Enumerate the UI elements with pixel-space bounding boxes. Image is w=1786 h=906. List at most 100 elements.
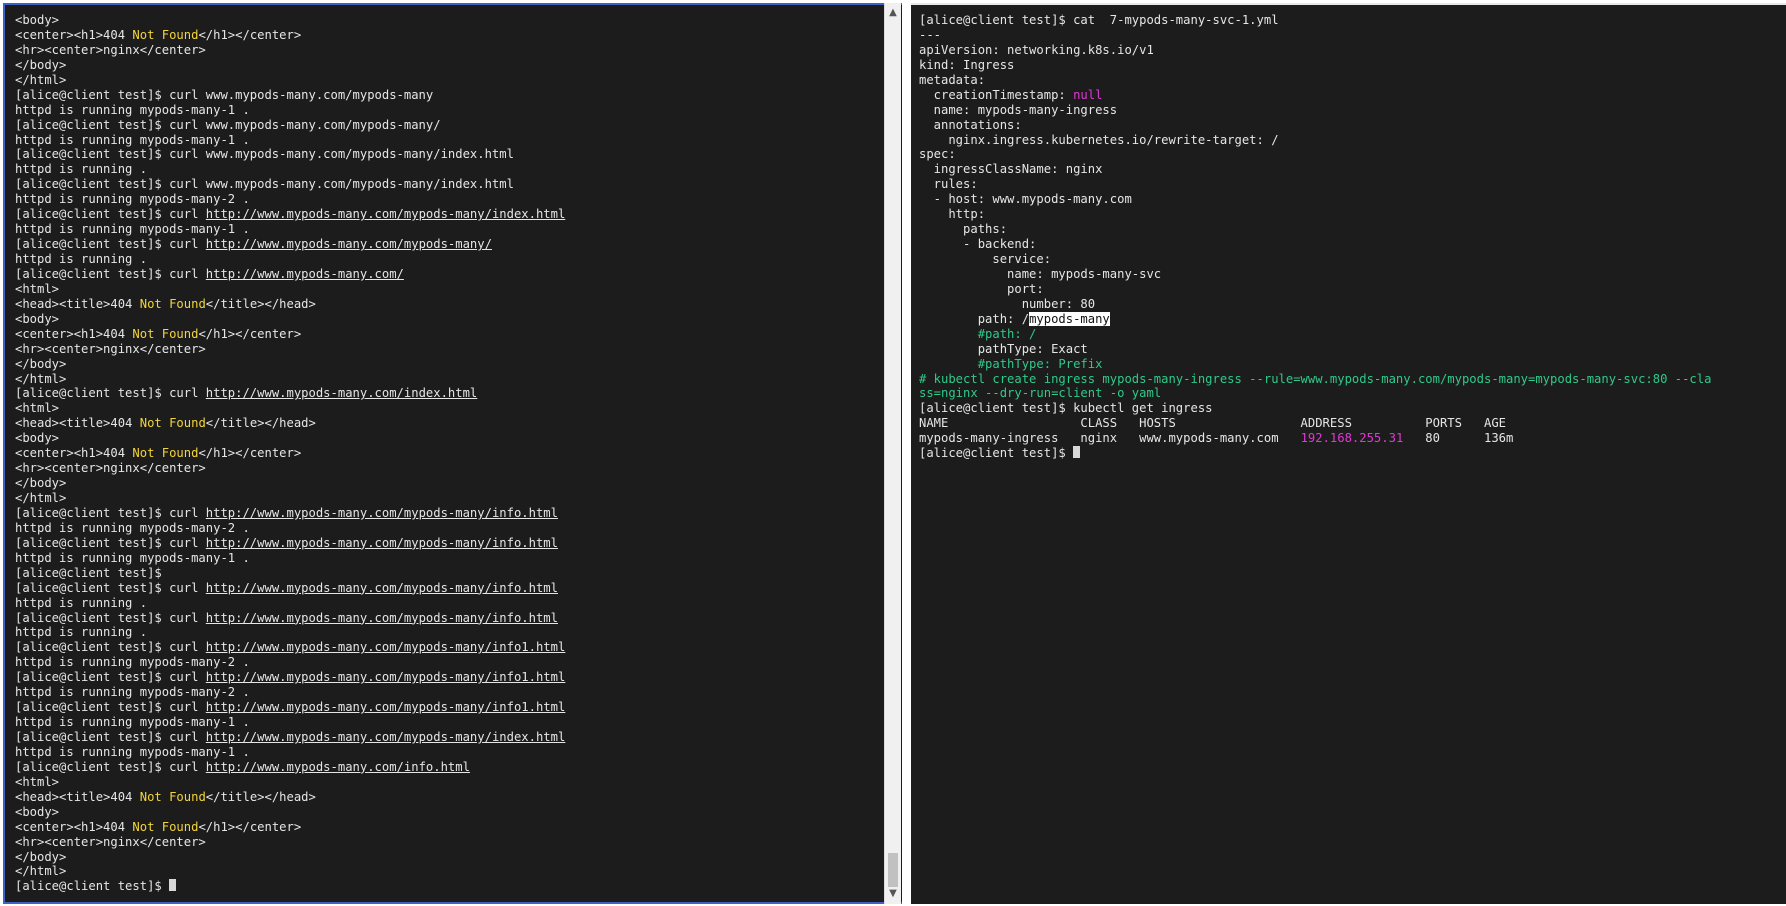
terminal-text: </body> — [15, 849, 67, 864]
terminal-text: <body> — [15, 431, 60, 446]
terminal-line: metadata: — [919, 73, 1786, 88]
terminal-text: httpd is running . — [15, 162, 148, 177]
terminal-line: rules: — [919, 177, 1786, 192]
terminal-line: <html> — [15, 401, 902, 416]
terminal-line: name: mypods-many-ingress — [919, 103, 1786, 118]
terminal-text: httpd is running . — [15, 252, 148, 266]
terminal-text: </html> — [15, 864, 67, 879]
terminal-line: [alice@client test]$ curl www.mypods-man… — [15, 177, 902, 192]
terminal-line: httpd is running . — [15, 162, 902, 177]
terminal-text: 80 136m — [1403, 431, 1514, 446]
url-link[interactable]: http://www.mypods-many.com/mypods-many/i… — [206, 670, 566, 684]
terminal-text: [alice@client test]$ cat 7-mypods-many-s… — [919, 13, 1279, 27]
scroll-thumb[interactable] — [888, 853, 898, 887]
terminal-line: kind: Ingress — [919, 58, 1786, 73]
terminal-line: [alice@client test]$ cat 7-mypods-many-s… — [919, 13, 1786, 28]
terminal-text: [alice@client test]$ curl — [15, 730, 206, 744]
terminal-text: </h1></center> — [198, 446, 302, 461]
terminal-text: <center><h1>404 — [15, 446, 133, 461]
left-terminal-pane[interactable]: <body> <center><h1>404 Not Found</h1></ce… — [3, 3, 902, 904]
terminal-text: </title></head> — [205, 789, 316, 804]
url-link[interactable]: http://www.mypods-many.com/mypods-many/i… — [206, 640, 566, 654]
url-link[interactable]: http://www.mypods-many.com/mypods-many/i… — [206, 611, 558, 625]
terminal-line: creationTimestamp: null — [919, 88, 1786, 103]
terminal-line: service: — [919, 252, 1786, 267]
url-link[interactable]: http://www.mypods-many.com/mypods-many/i… — [206, 581, 558, 595]
terminal-line: - host: www.mypods-many.com — [919, 192, 1786, 207]
terminal-text: <body> — [15, 311, 60, 326]
terminal-cursor — [1073, 446, 1081, 459]
terminal-text: port: — [919, 281, 1044, 296]
terminal-text: apiVersion: networking.k8s.io/v1 — [919, 42, 1154, 57]
terminal-line: <head><title>404 Not Found</title></head… — [15, 297, 902, 312]
url-link[interactable]: http://www.mypods-many.com/ — [206, 267, 404, 281]
terminal-line: <body> — [15, 13, 902, 28]
terminal-line: <center><h1>404 Not Found</h1></center> — [15, 446, 902, 461]
terminal-line: path: /mypods-many — [919, 311, 1786, 327]
scroll-down-arrow-icon[interactable]: ▼ — [885, 886, 901, 902]
terminal-text: httpd is running mypods-many-1 . — [15, 102, 250, 117]
terminal-text: [alice@client test]$ — [15, 565, 162, 580]
right-terminal-pane[interactable]: [alice@client test]$ cat 7-mypods-many-s… — [911, 3, 1786, 904]
url-link[interactable]: http://www.mypods-many.com/mypods-many/ — [206, 237, 492, 251]
terminal-line: [alice@client test]$ kubectl get ingress — [919, 401, 1786, 416]
terminal-line: [alice@client test]$ curl http://www.myp… — [15, 670, 902, 685]
terminal-text: httpd is running . — [15, 625, 148, 640]
selected-text[interactable]: mypods-many — [1029, 311, 1110, 326]
terminal-text: name: mypods-many-ingress — [919, 102, 1118, 117]
comment-text: #pathType: Prefix — [919, 356, 1103, 371]
terminal-line: <body> — [15, 312, 902, 327]
terminal-line: [alice@client test]$ curl www.mypods-man… — [15, 88, 902, 103]
terminal-text: </title></head> — [205, 296, 316, 311]
terminal-line: </body> — [15, 850, 902, 865]
terminal-text: [alice@client test]$ curl — [15, 580, 206, 595]
terminal-line: httpd is running mypods-many-1 . — [15, 103, 902, 118]
url-link[interactable]: http://www.mypods-many.com/mypods-many/i… — [206, 700, 566, 714]
terminal-line: mypods-many-ingress nginx www.mypods-man… — [919, 431, 1786, 446]
terminal-line: [alice@client test]$ curl http://www.myp… — [15, 267, 902, 282]
terminal-text: kind: Ingress — [919, 57, 1015, 72]
terminal-line: httpd is running mypods-many-2 . — [15, 685, 902, 700]
terminal-text: <center><h1>404 — [15, 819, 133, 834]
terminal-text: </body> — [15, 356, 67, 371]
terminal-line: [alice@client test]$ curl www.mypods-man… — [15, 118, 902, 133]
highlighted-text: Not Found — [132, 27, 199, 42]
pane-divider[interactable] — [902, 0, 911, 906]
terminal-line: [alice@client test]$ curl www.mypods-man… — [15, 147, 902, 162]
url-link[interactable]: http://www.mypods-many.com/mypods-many/i… — [206, 207, 566, 221]
terminal-line: paths: — [919, 222, 1786, 237]
scroll-up-arrow-icon[interactable]: ▲ — [885, 5, 901, 21]
terminal-text: [alice@client test]$ — [919, 446, 1074, 461]
terminal-line: <center><h1>404 Not Found</h1></center> — [15, 820, 902, 835]
terminal-text: <head><title>404 — [15, 416, 140, 431]
terminal-text: </body> — [15, 57, 67, 72]
terminal-line: [alice@client test]$ curl http://www.myp… — [15, 760, 902, 775]
highlighted-text: Not Found — [132, 326, 199, 341]
url-link[interactable]: http://www.mypods-many.com/info.html — [206, 760, 470, 774]
url-link[interactable]: http://www.mypods-many.com/mypods-many/i… — [206, 730, 566, 744]
terminal-line: NAME CLASS HOSTS ADDRESS PORTS AGE — [919, 416, 1786, 431]
terminal-line: # kubectl create ingress mypods-many-ing… — [919, 372, 1786, 387]
terminal-text: nginx.ingress.kubernetes.io/rewrite-targ… — [919, 132, 1279, 147]
terminal-text: - backend: — [919, 237, 1037, 252]
terminal-line: #pathType: Prefix — [919, 357, 1786, 372]
terminal-line: </body> — [15, 357, 902, 372]
url-link[interactable]: http://www.mypods-many.com/mypods-many/i… — [206, 506, 558, 520]
terminal-line: [alice@client test]$ — [919, 446, 1786, 461]
terminal-text: annotations: — [919, 117, 1022, 132]
terminal-text: - host: www.mypods-many.com — [919, 192, 1132, 207]
terminal-line: [alice@client test]$ curl http://www.myp… — [15, 640, 902, 655]
terminal-line: --- — [919, 28, 1786, 43]
left-terminal-scrollbar[interactable]: ▲ ▼ — [884, 3, 901, 904]
left-terminal-output: <body> <center><h1>404 Not Found</h1></ce… — [15, 13, 902, 894]
terminal-line: httpd is running . — [15, 625, 902, 640]
url-link[interactable]: http://www.mypods-many.com/index.html — [206, 386, 478, 400]
comment-text: #path: / — [919, 326, 1037, 341]
terminal-text: httpd is running mypods-many-1 . — [15, 132, 250, 147]
url-link[interactable]: http://www.mypods-many.com/mypods-many/i… — [206, 536, 558, 550]
terminal-text: spec: — [919, 147, 956, 162]
terminal-text: name: mypods-many-svc — [919, 266, 1162, 281]
terminal-text: [alice@client test]$ curl — [15, 386, 206, 401]
terminal-text: httpd is running mypods-many-1 . — [15, 222, 250, 237]
terminal-line: apiVersion: networking.k8s.io/v1 — [919, 43, 1786, 58]
